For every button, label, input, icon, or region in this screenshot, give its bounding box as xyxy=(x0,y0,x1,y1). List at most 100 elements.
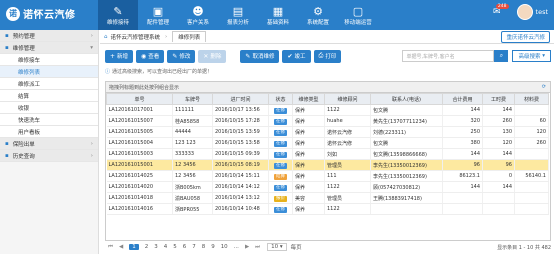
group-drop-area[interactable]: 拖拽列标题到此处按列组合显示 ⟳ xyxy=(106,82,550,93)
column-header[interactable]: 状态 xyxy=(268,93,293,105)
page-size-select[interactable]: 10 ▾ xyxy=(267,243,287,251)
table-row[interactable]: LA120161015001 12 3456 2016/10/15 08:19 在修保… xyxy=(106,159,549,171)
page-number[interactable]: 1 xyxy=(129,244,139,250)
page-number[interactable]: 9 xyxy=(211,244,215,250)
table-cell: 12 3456 xyxy=(172,170,213,182)
column-header[interactable]: 车牌号 xyxy=(172,93,213,105)
toolbar-button[interactable]: ✔ 竣工 xyxy=(282,49,311,63)
report-icon: ▤ xyxy=(232,4,244,18)
table-cell: LA120161014020 xyxy=(106,181,173,193)
page-number[interactable]: ... xyxy=(234,244,239,250)
table-row[interactable]: LA120161017001 111111 2016/10/17 13:56 在修 保养… xyxy=(106,104,549,116)
page-number[interactable]: 3 xyxy=(154,244,158,250)
advanced-search-button[interactable]: 高级搜索 ▾ xyxy=(512,50,551,62)
sidebar-item[interactable]: ▪ 保险出单 › xyxy=(0,138,98,150)
page-number[interactable]: 7 xyxy=(192,244,196,250)
chevron-down-icon: ▾ xyxy=(90,44,93,51)
column-header[interactable]: 材料费 xyxy=(514,93,549,105)
column-header[interactable]: 进厂时间 xyxy=(212,93,269,105)
sidebar-item[interactable]: 结算 xyxy=(0,90,98,102)
column-header[interactable]: 合计费用 xyxy=(442,93,483,105)
table-row[interactable]: LA120161014025 12 3456 2016/10/14 15:11 结算保… xyxy=(106,170,549,182)
table-row[interactable]: LA120161015007 桂A85858 2016/10/15 17:28 在修保… xyxy=(106,115,549,127)
table-cell: 144 xyxy=(442,148,483,160)
page-number[interactable]: 8 xyxy=(202,244,206,250)
table-cell xyxy=(514,104,549,116)
advanced-search-label: 高级搜索 xyxy=(518,54,541,60)
table-row[interactable]: LA120161015005 44444 2016/10/15 13:59 在修 保养诺… xyxy=(106,126,549,138)
username[interactable]: test xyxy=(536,8,548,16)
sidebar-item-label: 预约管理 xyxy=(12,33,35,40)
mail-icon[interactable]: ✉ 248 xyxy=(493,4,509,17)
prev-page-icon[interactable]: ◀ xyxy=(119,244,123,250)
nav-item[interactable]: ⚙ 系统配置 xyxy=(298,0,338,30)
table-cell: huahe xyxy=(324,115,371,127)
home-icon[interactable]: ⌂ xyxy=(104,34,108,40)
nav-item[interactable]: ▢ 移动端运营 xyxy=(338,0,378,30)
button-label: 取消维修 xyxy=(252,54,275,60)
sidebar-item[interactable]: 维修列表 xyxy=(0,66,98,78)
table-cell: 浙B005km xyxy=(172,181,213,193)
tab-repair-list[interactable]: 维修列表 xyxy=(172,31,207,42)
sidebar-item[interactable]: 快速洗车 xyxy=(0,114,98,126)
column-header[interactable]: 单号 xyxy=(106,93,173,105)
sidebar-item[interactable]: 维修派工 xyxy=(0,78,98,90)
table-cell: LA120161015005 xyxy=(106,126,173,138)
table-row[interactable]: LA120161015003 333333 2016/10/15 09:39 在修 保养… xyxy=(106,148,549,160)
table-cell: 60 xyxy=(514,115,549,127)
next-page-icon[interactable]: ▶ xyxy=(245,244,249,250)
column-header[interactable]: 维修顾问 xyxy=(324,93,371,105)
table-cell: 李先生(13350012369) xyxy=(370,170,443,182)
table-cell: 1122 xyxy=(324,203,371,215)
search-input[interactable]: 单据号,车牌号,客户名 xyxy=(402,50,495,62)
menu-group-icon: ▪ xyxy=(5,152,9,159)
table-row[interactable]: LA120161014020 浙B005km 2016/10/14 14:12 在修保… xyxy=(106,181,549,193)
first-page-icon[interactable]: ⏮ xyxy=(108,244,113,251)
table-cell: 包文腾 xyxy=(370,137,443,149)
column-header[interactable]: 维修类型 xyxy=(292,93,325,105)
toolbar-button[interactable]: ✎ 取消维修 xyxy=(240,49,280,63)
sidebar-item[interactable]: 用户看板 xyxy=(0,126,98,138)
sidebar-item[interactable]: 维修接车 xyxy=(0,54,98,66)
table-cell: 2016/10/14 13:12 xyxy=(212,192,269,204)
nav-item[interactable]: ▣ 配件管理 xyxy=(138,0,178,30)
sidebar-item[interactable]: ▪ 预约管理 › xyxy=(0,30,98,42)
toolbar: + 新增 ◉ 查看 ✎ 修改 ✕ 删除 ✎ 取消维修 ✔ 竣工 ⎙ 打印 单据号,车牌号,客户名 ⌕ 高级… xyxy=(105,49,551,63)
button-label: 查看 xyxy=(148,54,160,60)
search-icon[interactable]: ⌕ xyxy=(494,50,509,62)
sidebar-item[interactable]: ▪ 历史查询 › xyxy=(0,150,98,162)
refresh-icon[interactable]: ⟳ xyxy=(542,84,546,90)
wrench-icon: ✎ xyxy=(113,4,123,18)
current-store-button[interactable]: 重庆诺怀云汽修 xyxy=(501,30,550,43)
nav-item[interactable]: ✎ 维修接待 xyxy=(98,0,138,30)
table-row[interactable]: LA120161014018 渝BAU058 2016/10/14 13:12 报价美… xyxy=(106,192,549,204)
table-cell: 144 xyxy=(442,181,483,193)
nav-item[interactable]: ☻ 客户关系 xyxy=(178,0,218,30)
nav-item[interactable]: ▤ 报表分析 xyxy=(218,0,258,30)
toolbar-button[interactable]: + 新增 xyxy=(105,49,134,63)
column-header[interactable]: 工时费 xyxy=(482,93,515,105)
sidebar-item[interactable]: 收银 xyxy=(0,102,98,114)
page-number[interactable]: 5 xyxy=(173,244,177,250)
table-cell: 管理员 xyxy=(324,192,371,204)
table-cell: 在修 xyxy=(268,115,293,127)
page-number[interactable]: 10 xyxy=(221,244,228,250)
table-row[interactable]: LA120161015004 123 123 2016/10/15 13:58 在修保… xyxy=(106,137,549,149)
toolbar-button[interactable]: ◉ 查看 xyxy=(136,49,165,63)
toolbar-button[interactable]: ✕ 删除 xyxy=(198,49,227,63)
table-row[interactable]: LA120161014016 浙BPR055 2016/10/14 10:48 在修保… xyxy=(106,203,549,215)
nav-item[interactable]: ▦ 基础资料 xyxy=(258,0,298,30)
page-number[interactable]: 6 xyxy=(183,244,187,250)
toolbar-button[interactable]: ⎙ 打印 xyxy=(313,49,342,63)
sidebar-item[interactable]: ▪ 维修管理 ▾ xyxy=(0,42,98,54)
avatar[interactable] xyxy=(516,4,533,20)
breadcrumb-home[interactable]: 诺怀云汽修管理系统 xyxy=(111,33,161,41)
page-number[interactable]: 2 xyxy=(145,244,149,250)
column-header[interactable]: 联系人(电话) xyxy=(370,93,443,105)
page-size-label: 每页 xyxy=(290,245,302,251)
table-cell: 44444 xyxy=(172,126,213,138)
last-page-icon[interactable]: ⏭ xyxy=(255,244,260,251)
page-number[interactable]: 4 xyxy=(164,244,168,250)
toolbar-button[interactable]: ✎ 修改 xyxy=(167,49,196,63)
table-cell: 2016/10/14 15:11 xyxy=(212,170,269,182)
